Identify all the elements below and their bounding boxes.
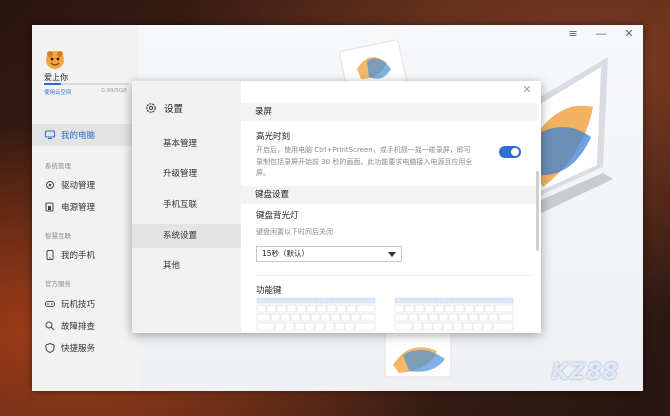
sidebar-item-label: 故障排查 (61, 322, 96, 332)
sidebar-item-troubleshoot[interactable]: 故障排查 (32, 315, 139, 337)
backlight-description: 键盘闲置以下时间后关闭 (256, 228, 333, 236)
cloud-usage-bar (44, 83, 129, 85)
nav-group-system: 系统管理 (45, 162, 71, 170)
sidebar-item-label: 我的电脑 (61, 131, 96, 141)
nav-group-smart: 智慧互联 (45, 232, 71, 240)
minimize-icon[interactable]: — (587, 25, 615, 43)
divider (256, 275, 532, 276)
tab-phone-link[interactable]: 手机互联 (132, 193, 241, 217)
nav-group-service: 官方服务 (45, 280, 71, 288)
highlight-title: 高光时刻 (256, 132, 291, 142)
cloud-usage-text: 0.99/5GB (101, 88, 127, 94)
cloud-link[interactable]: 使用云空间 (44, 90, 72, 96)
username[interactable]: 爱上你 (44, 72, 68, 83)
sidebar-item-power[interactable]: 电源管理 (32, 196, 139, 218)
toggle-knob (511, 148, 519, 156)
settings-dialog: 设置 基本管理 升级管理 手机互联 系统设置 其他 ✕ 录屏 高光时刻 开启后，… (132, 81, 541, 333)
sidebar-item-my-phone[interactable]: 我的手机 (32, 244, 139, 266)
close-icon[interactable]: ✕ (521, 84, 533, 96)
backlight-timeout-select[interactable]: 15秒（默认） (256, 246, 402, 262)
highlight-toggle[interactable] (499, 146, 521, 158)
sidebar-item-my-pc[interactable]: 我的电脑 (32, 124, 139, 146)
tab-system-settings[interactable]: 系统设置 (132, 224, 241, 248)
sidebar-item-driver[interactable]: 驱动管理 (32, 174, 139, 196)
cloud-info: 使用云空间 0.99/5GB (44, 88, 129, 96)
backlight-title: 键盘背光灯 (256, 211, 299, 221)
cloud-usage-fill (44, 83, 61, 85)
sidebar-item-label: 我的手机 (61, 251, 96, 261)
tab-upgrade[interactable]: 升级管理 (132, 162, 241, 186)
settings-title: 设置 (145, 101, 183, 115)
battery-icon (45, 202, 55, 212)
settings-scrollbar[interactable] (536, 171, 539, 251)
tab-other[interactable]: 其他 (132, 254, 241, 278)
sidebar-item-tips[interactable]: 玩机技巧 (32, 293, 139, 315)
section-keyboard-header: 键盘设置 (241, 186, 537, 204)
keyboard-layout-image-2[interactable] (394, 297, 514, 333)
window-controls: ≡ — ✕ (559, 25, 643, 43)
highlight-description: 开启后，使用电脑 Ctrl+PrintScreen，或手机摇一摇一碰录屏，即可录… (256, 146, 473, 177)
chevron-down-icon (388, 252, 396, 257)
tab-basic[interactable]: 基本管理 (132, 132, 241, 156)
watermark-logo: KZ88 (551, 360, 619, 385)
settings-sidebar: 设置 基本管理 升级管理 手机互联 系统设置 其他 (132, 81, 241, 333)
backlight-timeout-value: 15秒（默认） (262, 249, 310, 258)
monitor-icon (45, 130, 55, 140)
search-icon (45, 321, 55, 331)
sidebar-item-label: 玩机技巧 (61, 300, 96, 310)
sidebar-item-label: 电源管理 (61, 203, 96, 213)
gamepad-icon (45, 299, 55, 309)
settings-title-text: 设置 (164, 104, 184, 115)
gear-icon (145, 102, 157, 114)
avatar[interactable] (45, 50, 65, 70)
settings-content: 录屏 高光时刻 开启后，使用电脑 Ctrl+PrintScreen，或手机摇一摇… (241, 99, 537, 333)
close-window-icon[interactable]: ✕ (615, 25, 643, 43)
function-keys-title: 功能键 (256, 286, 282, 296)
shield-icon (45, 343, 55, 353)
keyboard-layout-image-1[interactable] (256, 297, 376, 333)
phone-icon (45, 250, 55, 260)
sidebar-item-label: 快捷服务 (61, 344, 96, 354)
decorative-card-image-bottom (384, 330, 452, 378)
menu-icon[interactable]: ≡ (559, 25, 587, 43)
gear-icon (45, 180, 55, 190)
sidebar: 爱上你 使用云空间 0.99/5GB 我的电脑 系统管理 驱动管理 电源管理 智… (32, 25, 139, 391)
section-record-header: 录屏 (241, 103, 537, 121)
sidebar-item-quick-service[interactable]: 快捷服务 (32, 337, 139, 359)
sidebar-item-label: 驱动管理 (61, 181, 96, 191)
